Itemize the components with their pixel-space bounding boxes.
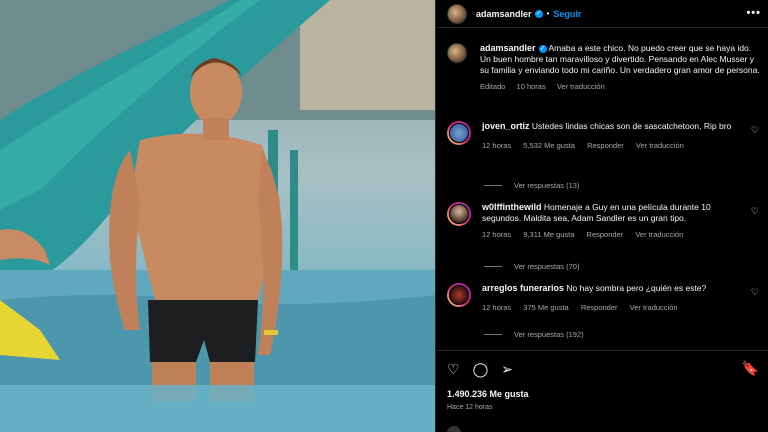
share-send-icon[interactable]: ➢ [501,361,513,378]
comment-item: joven_ortiz Ustedes lindas chicas son de… [447,121,761,151]
translate-link[interactable]: Ver traducción [636,141,684,150]
comment-username[interactable]: joven_ortiz [482,121,530,131]
post-header: adamsandler ✓ • Seguir ••• [436,0,768,28]
post-caption: adamsandler ✓ Amaba a este chico. No pued… [447,43,761,92]
likes-count[interactable]: 1.490.236 Me gusta [447,389,529,399]
comment-time: 12 horas [482,141,512,150]
comment-bubble-icon[interactable]: ◯ [473,361,489,378]
comment-item: arreglos funerarios No hay sombra pero ¿… [447,283,761,313]
view-replies-label[interactable]: Ver respuestas (192) [514,330,584,339]
comment-item: w0lffinthewild Homenaje a Guy en una pel… [447,202,761,240]
translate-link[interactable]: Ver traducción [635,230,683,239]
commenter-avatar[interactable] [447,202,471,226]
author-avatar[interactable] [447,3,467,24]
post-photo-illustration [0,0,435,432]
author-username[interactable]: adamsandler [476,9,532,19]
comment-like-heart-icon[interactable]: ♡ [751,125,759,136]
replies-divider-line [484,266,502,267]
commenter-avatar[interactable] [447,283,471,307]
replies-divider-line [484,185,502,186]
edited-label: Editado [480,82,506,91]
comment-text: Ustedes lindas chicas son de sascatcheto… [531,121,732,131]
verified-badge-icon: ✓ [534,9,543,18]
post-image[interactable] [0,0,435,432]
view-replies-label[interactable]: Ver respuestas (13) [514,181,579,190]
comment-likes[interactable]: 9,311 Me gusta [523,230,574,239]
reply-button[interactable]: Responder [581,303,618,312]
post-actions-bar: ♡ ◯ ➢ 🔖 1.490.236 Me gusta Hace 12 horas [436,350,768,432]
post-time-ago: Hace 12 horas [447,404,493,411]
caption-username[interactable]: adamsandler [480,43,536,53]
separator-dot: • [546,9,550,18]
caption-time: 10 horas [516,82,546,91]
save-bookmark-icon[interactable]: 🔖 [742,360,759,377]
commenter-avatar[interactable] [447,121,471,145]
comment-username[interactable]: arreglos funerarios [482,283,564,293]
comment-like-heart-icon[interactable]: ♡ [751,287,759,298]
post-details-panel: adamsandler ✓ • Seguir ••• adamsandler ✓ … [435,0,768,432]
current-user-avatar [447,426,461,432]
replies-divider-line [484,334,502,335]
follow-button[interactable]: Seguir [553,9,581,19]
view-replies-button[interactable]: Ver respuestas (70) [484,262,579,271]
view-replies-label[interactable]: Ver respuestas (70) [514,262,579,271]
caption-translate-link[interactable]: Ver traducción [557,82,605,91]
comment-likes[interactable]: 5,532 Me gusta [523,141,575,150]
translate-link[interactable]: Ver traducción [630,303,678,312]
comment-time: 12 horas [482,303,512,312]
comment-likes[interactable]: 375 Me gusta [523,303,568,312]
comment-time: 12 horas [482,230,512,239]
comment-like-heart-icon[interactable]: ♡ [751,206,759,217]
like-heart-icon[interactable]: ♡ [447,361,460,378]
reply-button[interactable]: Responder [587,230,624,239]
more-options-icon[interactable]: ••• [746,7,761,19]
reply-button[interactable]: Responder [587,141,624,150]
view-replies-button[interactable]: Ver respuestas (13) [484,181,579,190]
view-replies-button[interactable]: Ver respuestas (192) [484,330,584,339]
caption-author-avatar[interactable] [447,43,467,63]
comment-text: No hay sombra pero ¿quién es este? [566,283,707,293]
comment-username[interactable]: w0lffinthewild [482,202,542,212]
verified-badge-icon: ✓ [538,44,547,53]
